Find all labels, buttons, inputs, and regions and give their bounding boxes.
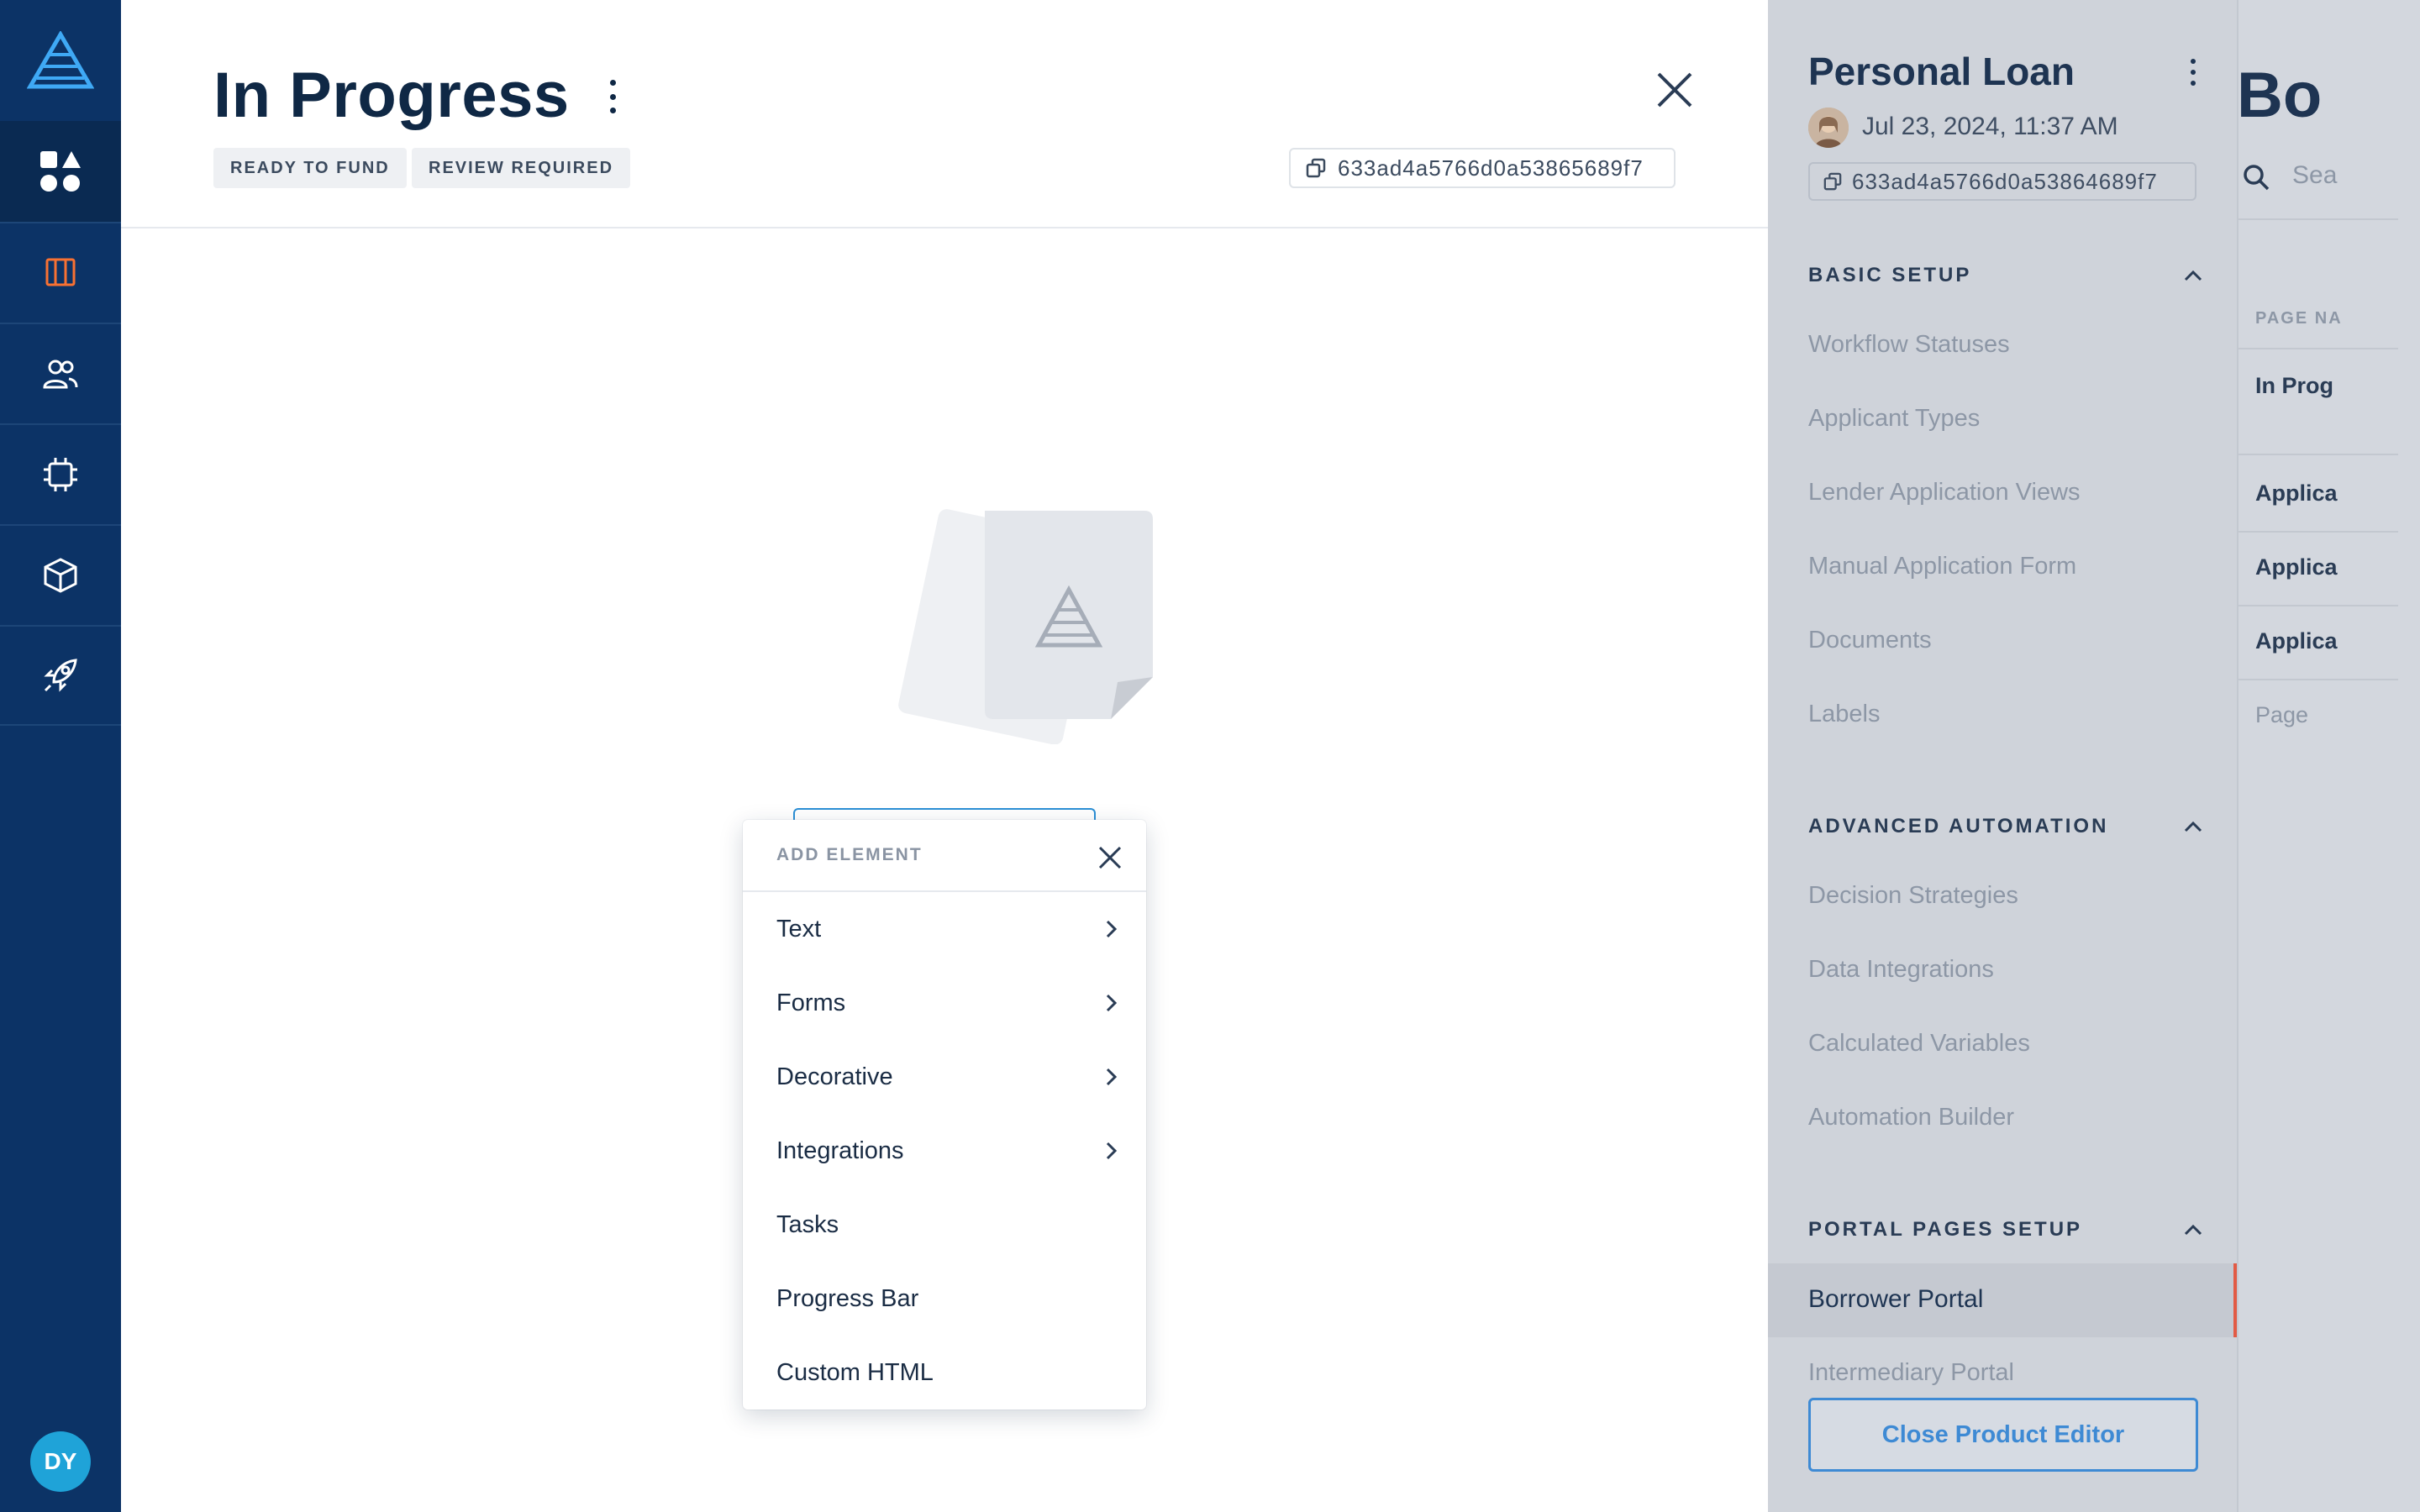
chevron-right-icon <box>1106 994 1118 1012</box>
menu-item-text[interactable]: Text <box>743 892 1146 966</box>
search-input[interactable]: Sea <box>2292 161 2337 190</box>
table-footer-text: Page <box>2255 702 2309 727</box>
table-row[interactable]: Applica <box>2255 480 2338 507</box>
section-basic-setup[interactable]: BASIC SETUP <box>1808 259 2203 292</box>
section-advanced-automation[interactable]: ADVANCED AUTOMATION <box>1808 810 2203 843</box>
left-nav: DY <box>0 0 121 1512</box>
user-avatar[interactable]: DY <box>30 1431 91 1492</box>
divider <box>2238 218 2398 220</box>
more-options-icon[interactable] <box>600 80 625 113</box>
close-icon[interactable] <box>1097 845 1123 870</box>
status-badge: REVIEW REQUIRED <box>412 148 631 188</box>
close-icon[interactable] <box>1655 71 1694 109</box>
nav-link-intermediary-portal[interactable]: Intermediary Portal <box>1808 1359 2014 1387</box>
menu-item-label: Text <box>776 915 822 942</box>
nav-link-borrower-portal[interactable]: Borrower Portal <box>1768 1263 2237 1337</box>
nav-link-workflow-statuses[interactable]: Workflow Statuses <box>1808 331 2010 359</box>
nav-link-labels[interactable]: Labels <box>1808 701 1880 728</box>
table-row[interactable]: Applica <box>2255 554 2338 580</box>
users-icon[interactable] <box>0 323 121 423</box>
divider <box>2238 679 2398 680</box>
nav-link-manual-application-form[interactable]: Manual Application Form <box>1808 553 2076 580</box>
chevron-right-icon <box>1106 1142 1118 1160</box>
menu-item-label: Decorative <box>776 1063 893 1090</box>
add-element-dropdown: ADD ELEMENT Text Forms Decorative Integr… <box>743 820 1146 1410</box>
product-title: Personal Loan <box>1808 50 2075 93</box>
divider <box>2238 454 2398 455</box>
menu-item-label: Custom HTML <box>776 1358 934 1386</box>
menu-item-progress-bar[interactable]: Progress Bar <box>743 1262 1146 1336</box>
table-row[interactable]: In Prog <box>2255 373 2333 399</box>
product-date: Jul 23, 2024, 11:37 AM <box>1862 113 2118 140</box>
nav-link-label: Borrower Portal <box>1808 1285 1984 1313</box>
menu-item-forms[interactable]: Forms <box>743 966 1146 1040</box>
product-id: 633ad4a5766d0a53864689f7 <box>1852 168 2158 194</box>
close-product-editor-button[interactable]: Close Product Editor <box>1808 1398 2198 1472</box>
page-title: In Progress <box>213 60 570 131</box>
status-badge: READY TO FUND <box>213 148 407 188</box>
table-row[interactable]: Applica <box>2255 628 2338 654</box>
empty-page-illustration-icon <box>898 509 1153 744</box>
menu-item-tasks[interactable]: Tasks <box>743 1188 1146 1262</box>
page-editor: In Progress READY TO FUND REVIEW REQUIRE… <box>121 0 1768 1512</box>
menu-item-label: Tasks <box>776 1210 839 1238</box>
menu-item-label: Forms <box>776 989 846 1016</box>
menu-item-decorative[interactable]: Decorative <box>743 1040 1146 1114</box>
nav-link-decision-strategies[interactable]: Decision Strategies <box>1808 882 2018 910</box>
column-header-page-name: PAGE NA <box>2255 309 2343 328</box>
nav-link-lender-application-views[interactable]: Lender Application Views <box>1808 479 2081 507</box>
menu-item-custom-html[interactable]: Custom HTML <box>743 1336 1146 1410</box>
menu-item-label: Progress Bar <box>776 1284 919 1312</box>
section-title: ADVANCED AUTOMATION <box>1808 815 2109 837</box>
portal-pages-view: Bo Sea PAGE NA In Prog Applica Applica A… <box>2237 0 2420 1512</box>
section-portal-pages-setup[interactable]: PORTAL PAGES SETUP <box>1808 1213 2203 1247</box>
nav-link-automation-builder[interactable]: Automation Builder <box>1808 1104 2014 1131</box>
more-options-icon[interactable] <box>2185 59 2202 86</box>
divider <box>2238 348 2398 349</box>
divider <box>2238 531 2398 533</box>
rocket-icon[interactable] <box>0 625 121 726</box>
chevron-right-icon <box>1106 1068 1118 1086</box>
dropdown-title: ADD ELEMENT <box>776 845 923 864</box>
copy-icon <box>1823 172 1842 191</box>
chevron-up-icon <box>2184 1224 2202 1236</box>
nav-link-applicant-types[interactable]: Applicant Types <box>1808 405 1980 433</box>
avatar <box>1808 108 1849 148</box>
logo-icon[interactable] <box>0 0 121 121</box>
portal-title: Bo <box>2237 60 2323 131</box>
apps-icon[interactable] <box>0 121 121 222</box>
product-editor-panel: Personal Loan Jul 23, 2024, 11:37 AM 633… <box>1768 0 2237 1512</box>
nav-link-data-integrations[interactable]: Data Integrations <box>1808 956 1994 984</box>
page-header: In Progress READY TO FUND REVIEW REQUIRE… <box>121 0 1768 228</box>
copy-id-chip[interactable]: 633ad4a5766d0a53864689f7 <box>1808 162 2196 201</box>
book-icon[interactable] <box>0 222 121 323</box>
divider <box>2238 605 2398 606</box>
section-title: PORTAL PAGES SETUP <box>1808 1218 2083 1241</box>
menu-item-label: Integrations <box>776 1137 904 1164</box>
nav-link-calculated-variables[interactable]: Calculated Variables <box>1808 1030 2030 1058</box>
copy-icon <box>1306 158 1326 178</box>
chevron-up-icon <box>2184 270 2202 281</box>
page-id: 633ad4a5766d0a53865689f7 <box>1338 155 1644 181</box>
chevron-up-icon <box>2184 821 2202 832</box>
section-title: BASIC SETUP <box>1808 264 1972 286</box>
chevron-right-icon <box>1106 920 1118 938</box>
product-editor-overlay: Personal Loan Jul 23, 2024, 11:37 AM 633… <box>1768 0 2420 1512</box>
menu-item-integrations[interactable]: Integrations <box>743 1114 1146 1188</box>
copy-id-chip[interactable]: 633ad4a5766d0a53865689f7 <box>1289 148 1676 188</box>
dropdown-header: ADD ELEMENT <box>743 820 1146 892</box>
nav-link-documents[interactable]: Documents <box>1808 627 1932 654</box>
search-icon <box>2244 165 2270 191</box>
chip-icon[interactable] <box>0 423 121 524</box>
box-icon[interactable] <box>0 524 121 625</box>
